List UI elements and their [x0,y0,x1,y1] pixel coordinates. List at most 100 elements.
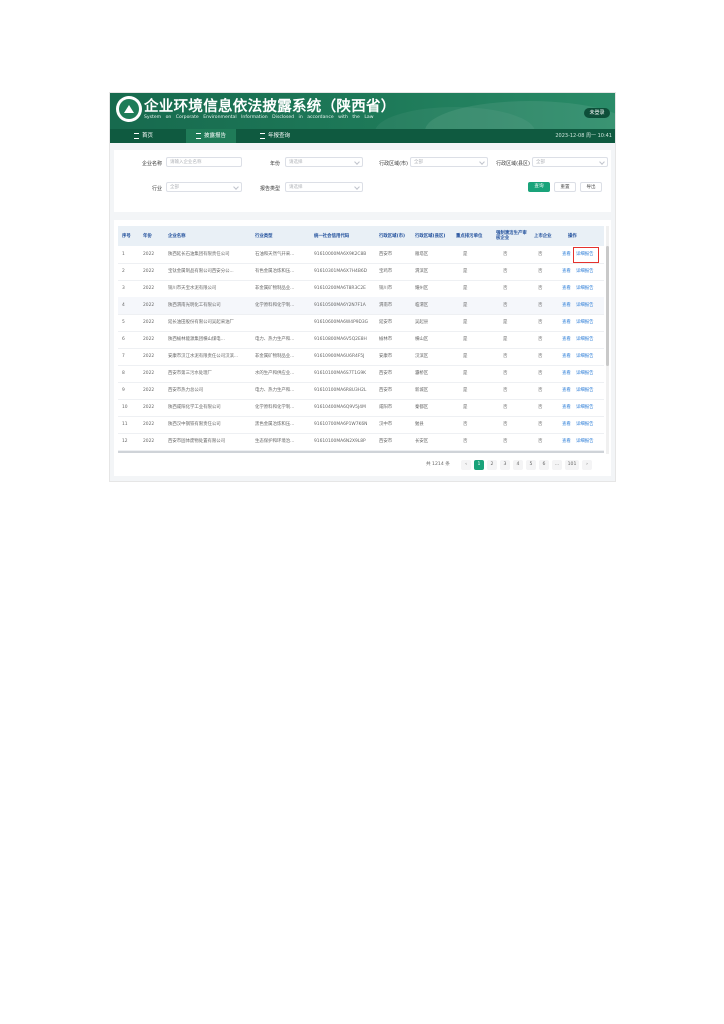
cell-no: 8 [122,371,125,376]
cell-clean: 否 [503,371,508,376]
col-header-clean-production: 强制清洁生产审核企业 [496,231,527,241]
cell-key: 是 [463,337,468,342]
cell-key: 是 [463,269,468,274]
page-button[interactable]: 2 [487,460,497,470]
view-link[interactable]: 查看 [562,246,571,263]
col-header-year: 年份 [143,233,152,239]
view-link[interactable]: 查看 [562,365,571,382]
view-link[interactable]: 查看 [562,433,571,450]
detail-report-link[interactable]: 详细报告 [576,433,594,450]
cell-key: 是 [463,354,468,359]
view-link[interactable]: 查看 [562,263,571,280]
cell-name: 西安市固体废物处置有限公司 [168,439,226,444]
year-label: 年份 [269,161,280,167]
cell-county: 临渭区 [415,303,429,308]
cell-code: 91610000MA6X9K2C8B [314,252,367,257]
page-button[interactable]: 101 [565,460,579,470]
report-type-value: 请选择 [289,185,303,190]
view-link[interactable]: 查看 [562,297,571,314]
detail-report-link[interactable]: 详细报告 [576,399,594,416]
cell-clean: 否 [503,354,508,359]
table-row: 10 2022 陕西咸阳化学工业有限公司 化学原料和化学制... 91610400MA6… [118,399,604,417]
detail-report-link[interactable]: 详细报告 [576,416,594,433]
page-button[interactable]: ... [552,460,562,470]
view-link[interactable]: 查看 [562,280,571,297]
cell-name: 陕西咸阳化学工业有限公司 [168,405,221,410]
cell-county: 秦都区 [415,405,429,410]
nav-item-disclosure[interactable]: 披露报告 [186,129,237,143]
detail-report-link[interactable]: 详细报告 [576,331,594,348]
cell-listed: 否 [538,422,543,427]
cell-key: 否 [463,422,468,427]
cell-no: 10 [122,405,128,410]
vertical-scrollbar-thumb[interactable] [606,246,609,366]
pagination-total: 共 1214 条 [426,462,450,467]
search-button[interactable]: 查询 [528,182,550,192]
cell-no: 6 [122,337,125,342]
year-select[interactable]: 请选择 [285,157,363,167]
cell-year: 2022 [143,422,155,427]
reset-button[interactable]: 重置 [554,182,576,192]
company-name-input[interactable]: 请输入企业名称 [166,157,242,167]
cell-industry: 石油和天然气开采... [255,252,295,257]
cell-city: 榆林市 [379,337,393,342]
header-banner: 企业环境信息依法披露系统（陕西省） System on Corporate En… [110,93,615,129]
region-county-select[interactable]: 全部 [532,157,608,167]
cell-no: 4 [122,303,125,308]
page-button[interactable]: 1 [474,460,484,470]
cell-code: 91610200MA6T8R3C2E [314,286,366,291]
export-button[interactable]: 导出 [580,182,602,192]
industry-value: 全部 [170,185,179,190]
view-link[interactable]: 查看 [562,416,571,433]
region-city-label: 行政区域(市) [379,161,408,167]
cell-name: 安康市汉江水泥有限责任公司汉滨... [168,354,239,359]
view-link[interactable]: 查看 [562,382,571,399]
page-button[interactable]: 4 [513,460,523,470]
cell-city: 西安市 [379,252,393,257]
nav-item-annual[interactable]: 年报查询 [260,129,290,143]
detail-report-link[interactable]: 详细报告 [576,314,594,331]
cell-name: 陕西延长石油集团有限责任公司 [168,252,230,257]
detail-report-link[interactable]: 详细报告 [576,263,594,280]
cell-key: 是 [463,252,468,257]
view-link[interactable]: 查看 [562,331,571,348]
view-link[interactable]: 查看 [562,348,571,365]
col-header-code: 统一社会信用代码 [314,233,350,239]
cell-county: 汉滨区 [415,354,429,359]
nav-item-home[interactable]: 首页 [134,129,153,143]
login-button[interactable]: 未登录 [584,108,610,118]
cell-name: 铜川市天宝水泥有限公司 [168,286,217,291]
page-button[interactable]: 5 [526,460,536,470]
cell-clean: 是 [503,320,508,325]
system-subtitle: System on Corporate Environmental Inform… [144,115,374,120]
cell-industry: 有色金属冶炼和压... [255,269,295,274]
view-link[interactable]: 查看 [562,314,571,331]
detail-report-link[interactable]: 详细报告 [576,280,594,297]
cell-city: 汉中市 [379,422,393,427]
cell-year: 2022 [143,303,155,308]
industry-select[interactable]: 全部 [166,182,242,192]
cell-city: 渭南市 [379,303,393,308]
page-button[interactable]: 3 [500,460,510,470]
cell-code: 91610600MA6W4P9D3G [314,320,369,325]
report-type-select[interactable]: 请选择 [285,182,363,192]
view-link[interactable]: 查看 [562,399,571,416]
cell-name: 陕西汉中钢铁有限责任公司 [168,422,221,427]
next-page-button[interactable]: › [582,460,592,470]
cell-city: 安康市 [379,354,393,359]
page-button[interactable]: 6 [539,460,549,470]
detail-report-link[interactable]: 详细报告 [576,297,594,314]
cell-no: 7 [122,354,125,359]
nav-label: 年报查询 [268,133,291,139]
detail-report-link[interactable]: 详细报告 [576,348,594,365]
cell-county: 新城区 [415,388,429,393]
prev-page-button[interactable]: ‹ [461,460,471,470]
cell-listed: 否 [538,252,543,257]
detail-report-link[interactable]: 详细报告 [576,365,594,382]
table-row: 1 2022 陕西延长石油集团有限责任公司 石油和天然气开采... 91610000MA… [118,246,604,264]
cell-code: 91610700MA6P1W7K6N [314,422,368,427]
region-city-select[interactable]: 全部 [410,157,488,167]
detail-report-link[interactable]: 详细报告 [576,382,594,399]
cell-industry: 电力、热力生产和... [255,388,295,393]
horizontal-scrollbar[interactable] [118,451,604,453]
